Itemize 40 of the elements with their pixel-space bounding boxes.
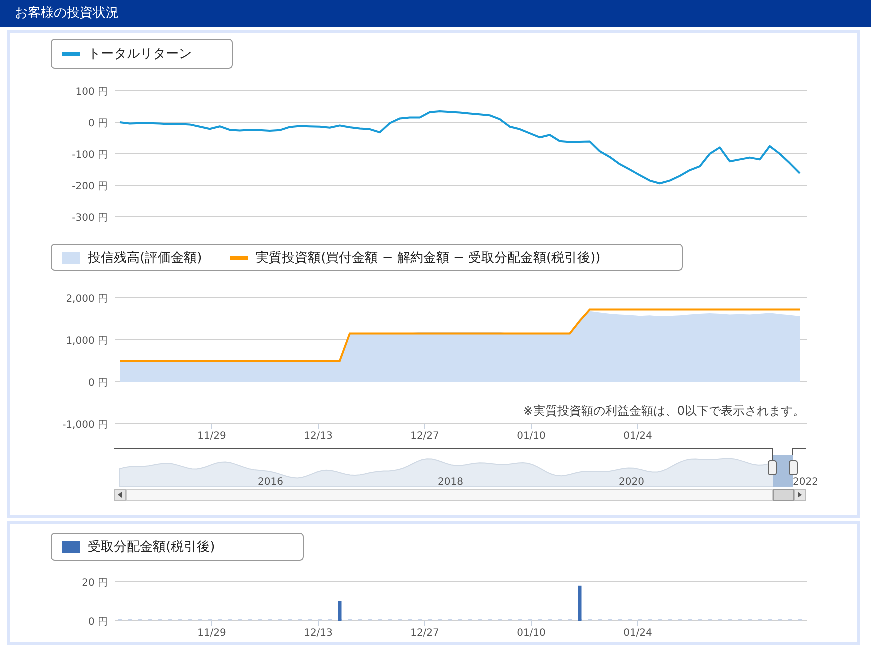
scroll-right-button[interactable] <box>794 489 806 501</box>
dividend-bar <box>578 586 582 621</box>
axis-label: 01/24 <box>624 628 652 639</box>
legend-swatch-icon <box>62 541 80 553</box>
range-handle[interactable] <box>789 460 798 476</box>
axis-label: 0 円 <box>88 617 108 628</box>
chart-note: ※実質投資額の利益金額は、0以下で表示されます。 <box>523 404 805 418</box>
axis-label: 01/10 <box>517 431 546 442</box>
axis-label: 1,000 円 <box>66 336 108 347</box>
scroll-thumb[interactable] <box>773 489 794 501</box>
legend-swatch-icon <box>62 252 80 264</box>
year-label: 2022 <box>793 477 818 488</box>
axis-label: 01/24 <box>624 431 652 442</box>
year-label: 2018 <box>438 477 464 488</box>
axis-label: 12/13 <box>304 628 333 639</box>
axis-label: -1,000 円 <box>62 420 108 431</box>
axis-label: 12/13 <box>304 431 333 442</box>
page-title: お客様の投資状況 <box>0 0 871 27</box>
legend-item[interactable]: 実質投資額(買付金額 − 解約金額 − 受取分配金額(税引後)) <box>230 248 601 266</box>
legend-item[interactable]: トータルリターン <box>62 45 192 63</box>
axis-label: 01/10 <box>517 628 546 639</box>
axis-label: 11/29 <box>198 628 226 639</box>
axis-label: -300 円 <box>72 213 108 224</box>
axis-label: -200 円 <box>72 182 108 192</box>
axis-label: 0 円 <box>88 378 108 389</box>
axis-label: 20 円 <box>82 578 108 589</box>
legend-item[interactable]: 受取分配金額(税引後) <box>62 538 216 556</box>
legend-item[interactable]: 投信残高(評価金額) <box>62 248 202 266</box>
year-label: 2016 <box>258 477 284 488</box>
axis-label: 12/27 <box>410 628 440 639</box>
scroll-left-button[interactable] <box>114 489 126 501</box>
dividend-bar <box>338 602 342 621</box>
axis-label: 11/29 <box>198 431 226 442</box>
axis-label: -100 円 <box>72 150 108 161</box>
year-label: 2020 <box>619 477 644 488</box>
axis-label: 12/27 <box>410 431 440 442</box>
range-handle[interactable] <box>768 460 777 476</box>
axis-label: 2,000 円 <box>66 294 108 305</box>
axis-label: 0 円 <box>88 118 108 130</box>
axis-label: 100 円 <box>76 87 108 98</box>
